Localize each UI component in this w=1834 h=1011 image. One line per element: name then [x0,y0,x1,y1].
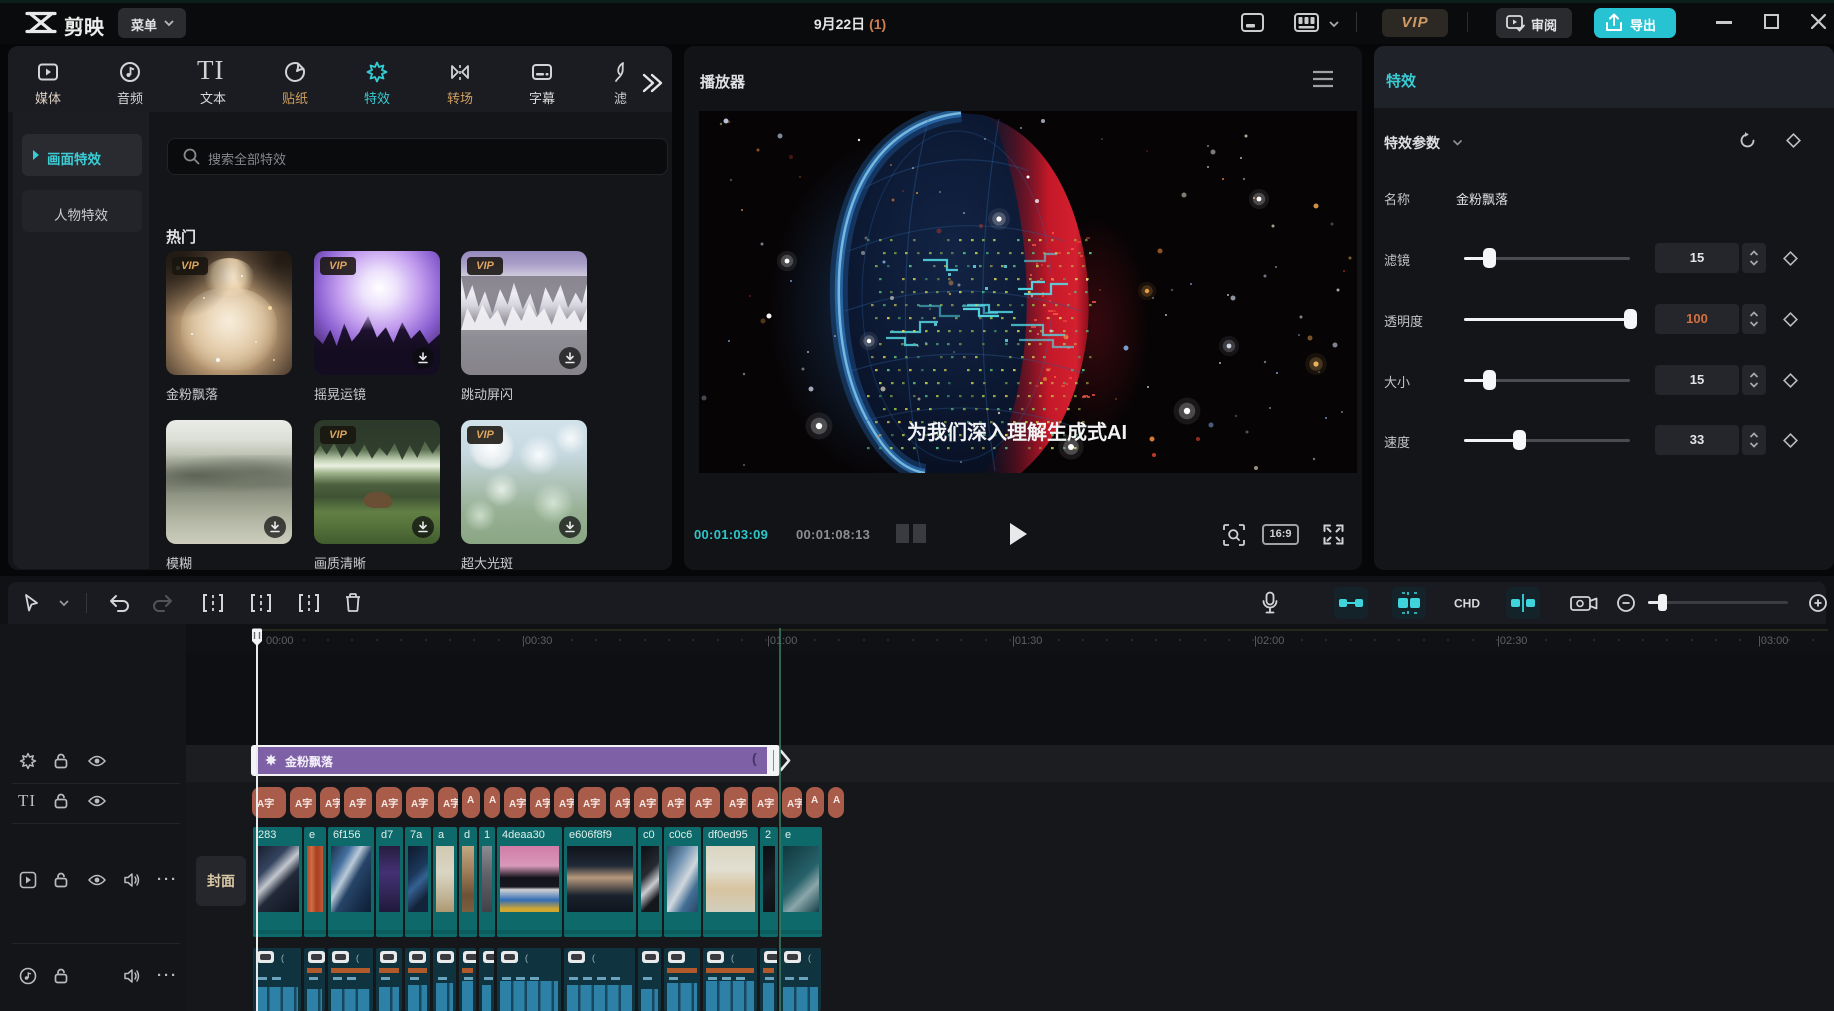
svg-text:CHD: CHD [1454,597,1480,611]
svg-text:为我们深入理解生成式AI: 为我们深入理解生成式AI [907,420,1127,444]
